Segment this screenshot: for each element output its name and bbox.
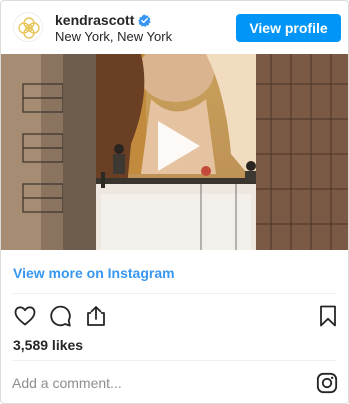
username-row: kendrascott [55,12,151,28]
kendra-scott-logo-icon [18,17,40,39]
comment-input[interactable] [12,373,282,393]
username[interactable]: kendrascott [55,12,134,28]
avatar[interactable] [13,12,43,42]
instagram-icon[interactable] [316,372,338,394]
bookmark-icon[interactable] [316,304,340,328]
play-icon[interactable] [144,115,206,177]
instagram-embed: kendrascott New York, New York View prof… [0,0,349,404]
view-more-link[interactable]: View more on Instagram [13,265,175,281]
likes-count[interactable]: 3,589 likes [13,337,83,353]
view-profile-button[interactable]: View profile [236,14,341,42]
heart-icon[interactable] [13,304,37,328]
location[interactable]: New York, New York [55,29,172,44]
post-header: kendrascott New York, New York View prof… [1,1,348,54]
verified-badge-icon [138,13,151,27]
divider [13,293,336,294]
divider [13,360,336,361]
share-icon[interactable] [84,304,108,328]
comment-icon[interactable] [48,304,72,328]
video-thumbnail[interactable] [1,54,348,250]
